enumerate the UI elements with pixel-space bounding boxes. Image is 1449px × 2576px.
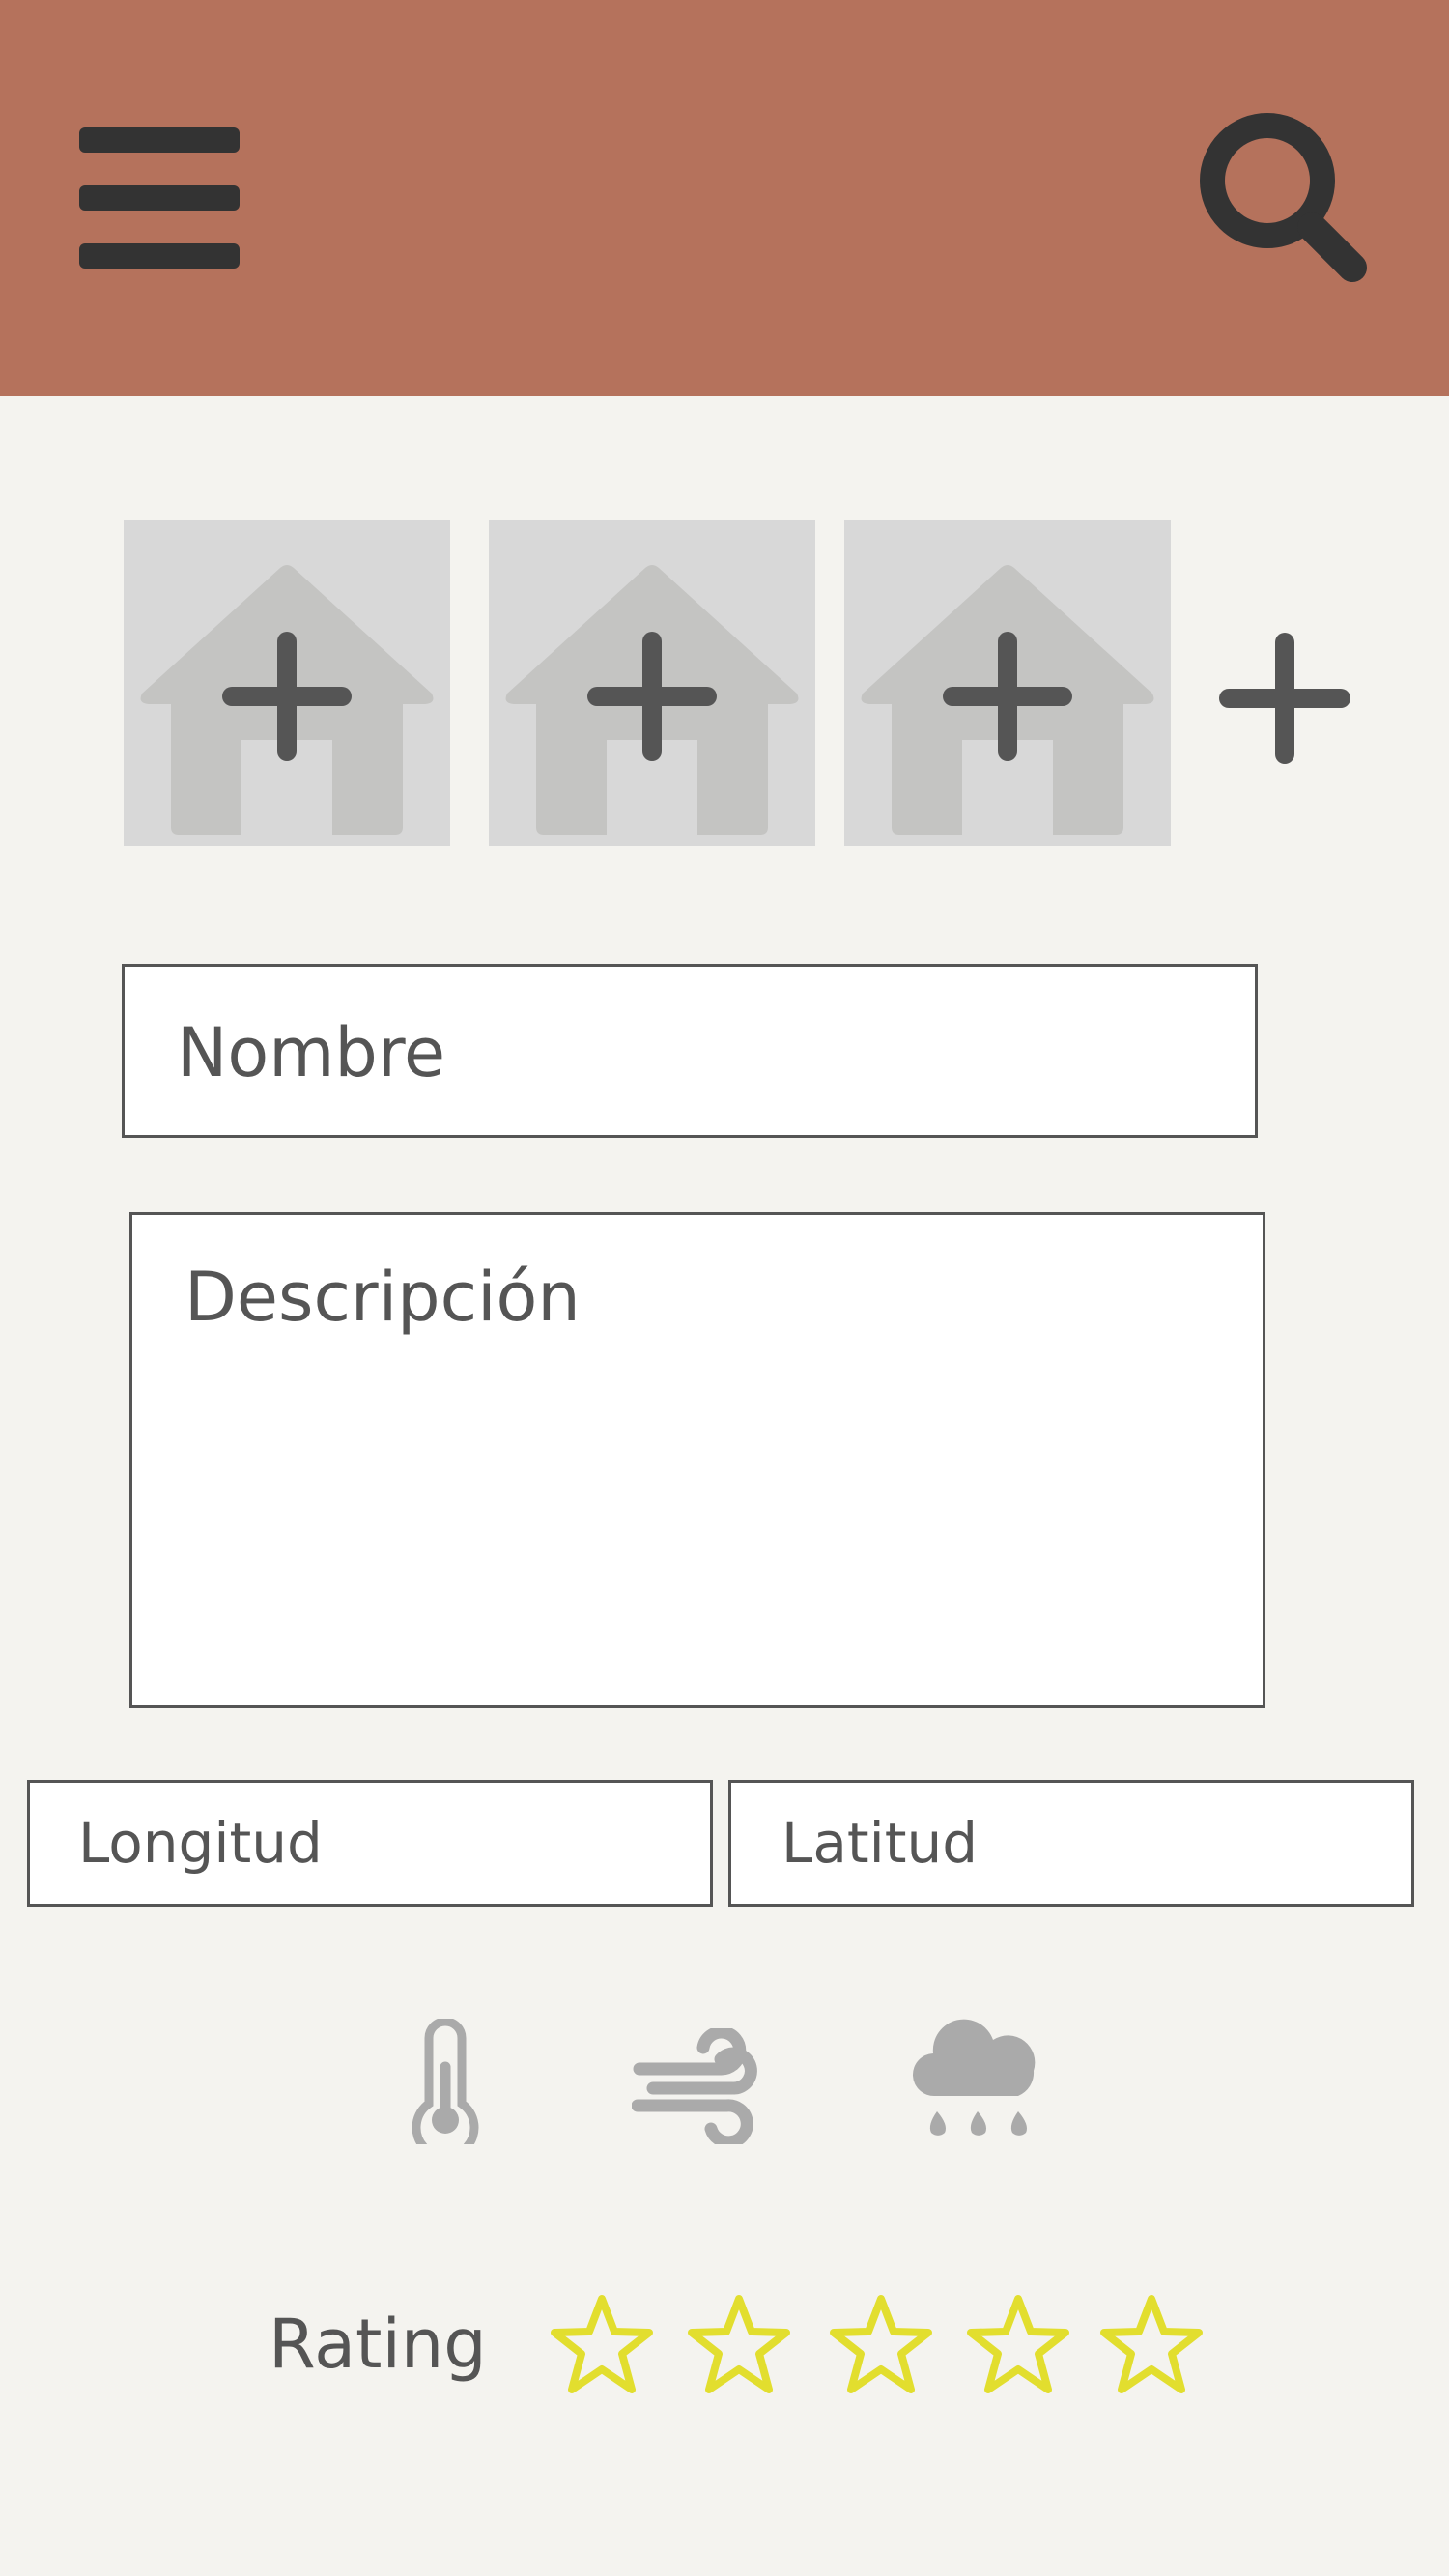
house-add-photo-icon (140, 565, 434, 835)
rating-star-3[interactable] (828, 2293, 934, 2397)
wind-button[interactable] (631, 2025, 763, 2149)
add-photo-button[interactable] (1219, 633, 1350, 764)
menu-bar (79, 243, 240, 269)
star-outline-icon (1100, 2295, 1203, 2393)
latitude-placeholder: Latitud (781, 1810, 979, 1876)
house-add-photo-icon (505, 565, 799, 835)
star-outline-icon (688, 2295, 790, 2393)
latitude-input[interactable]: Latitud (728, 1780, 1414, 1907)
photo-slot-1[interactable] (124, 520, 450, 846)
menu-bar (79, 127, 240, 153)
description-textarea[interactable]: Descripción (129, 1212, 1265, 1708)
description-placeholder: Descripción (185, 1258, 581, 1337)
wind-icon (631, 2025, 757, 2149)
plus-icon (1219, 633, 1350, 764)
star-outline-icon (830, 2295, 932, 2393)
star-outline-icon (967, 2295, 1069, 2393)
rain-button[interactable] (912, 2019, 1043, 2144)
house-add-photo-icon (861, 565, 1154, 835)
name-input[interactable]: Nombre (122, 964, 1258, 1138)
thermometer-icon (412, 2017, 479, 2162)
star-outline-icon (551, 2295, 653, 2393)
rain-cloud-icon (912, 2019, 1036, 2136)
rating-star-4[interactable] (965, 2293, 1071, 2397)
rating-star-1[interactable] (549, 2293, 655, 2397)
menu-button[interactable] (75, 124, 243, 272)
longitude-placeholder: Longitud (78, 1810, 323, 1876)
search-icon (1200, 113, 1367, 282)
temperature-button[interactable] (406, 2017, 485, 2162)
menu-bar (79, 185, 240, 211)
rating-label: Rating (269, 2305, 487, 2384)
top-app-bar (0, 0, 1449, 396)
longitude-input[interactable]: Longitud (27, 1780, 713, 1907)
rating-star-2[interactable] (686, 2293, 792, 2397)
photo-slot-3[interactable] (844, 520, 1171, 846)
photo-slot-2[interactable] (489, 520, 815, 846)
search-button[interactable] (1198, 111, 1374, 287)
rating-star-5[interactable] (1098, 2293, 1205, 2397)
name-placeholder: Nombre (177, 1013, 446, 1092)
